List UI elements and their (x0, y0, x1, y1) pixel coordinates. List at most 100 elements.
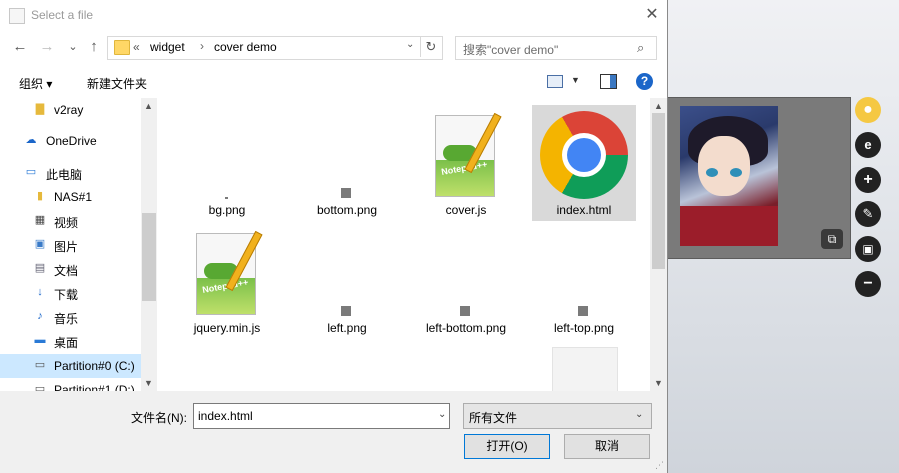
nav-item-label: 文档 (54, 264, 79, 278)
search-input[interactable]: 搜索"cover demo" ⌕ (455, 36, 657, 60)
pictures-icon: ▣ (34, 238, 46, 250)
chevron-down-icon[interactable]: ⌄ (635, 409, 643, 420)
change-view-icon[interactable] (547, 75, 563, 88)
drive-icon: ▭ (34, 383, 46, 391)
search-placeholder: 搜索"cover demo" (463, 43, 559, 57)
bulb-icon[interactable]: ● (855, 97, 881, 123)
file-dialog: Select a file ✕ ← → ⌄ ↑ « widget › cover… (0, 0, 668, 473)
nav-item-label: 图片 (54, 240, 79, 254)
notepad-plus-plus-icon: Notepad++ (196, 230, 263, 315)
drive-icon: ▭ (34, 359, 46, 371)
filename-input[interactable]: index.html ⌄ (193, 403, 450, 429)
search-icon[interactable]: ⌕ (637, 40, 644, 56)
file-item-partial[interactable] (532, 341, 636, 391)
image-file-icon (341, 188, 351, 198)
organize-button[interactable]: 组织 ▾ (19, 75, 52, 92)
address-overflow[interactable]: « (133, 40, 140, 54)
new-folder-button[interactable]: 新建文件夹 (87, 75, 147, 92)
image-file-icon (341, 306, 351, 316)
breadcrumb-cover-demo[interactable]: cover demo (214, 40, 277, 54)
forward-icon[interactable]: → (38, 38, 56, 56)
file-name: bg.png (208, 203, 246, 217)
file-icon (552, 347, 618, 391)
file-item[interactable]: Notepad++ cover.js (414, 105, 518, 221)
fit-screen-icon[interactable]: ⧉ (821, 229, 843, 249)
nav-item[interactable]: ▦ 视频 (0, 209, 141, 233)
nav-item[interactable]: ▭ Partition#0 (C:) (0, 354, 141, 378)
cloud-icon: ☁ (25, 134, 37, 146)
file-name: cover.js (445, 203, 487, 217)
close-button[interactable]: ✕ (640, 4, 664, 26)
file-scroll-thumb[interactable] (652, 113, 665, 269)
file-item[interactable]: bg.png (175, 105, 279, 221)
command-bar: 组织 ▾ 新建文件夹 ▼ ? (0, 66, 667, 98)
music-icon: ♪ (37, 310, 43, 322)
dialog-title: Select a file (31, 8, 94, 22)
recent-locations-icon[interactable]: ⌄ (64, 38, 82, 56)
file-type-select[interactable]: 所有文件 ⌄ (463, 403, 652, 429)
nav-item[interactable]: ▮ NAS#1 (0, 185, 141, 209)
scroll-down-icon[interactable]: ▼ (144, 378, 153, 388)
scroll-down-icon[interactable]: ▼ (654, 378, 663, 388)
file-item[interactable]: left-top.png (532, 223, 636, 339)
add-icon[interactable]: + (855, 167, 881, 193)
pin-icon[interactable]: ✎ (855, 201, 881, 227)
open-button[interactable]: 打开(O) (464, 434, 550, 459)
breadcrumb-widget[interactable]: widget (150, 40, 185, 54)
address-bar[interactable]: « widget › cover demo ⌄ (107, 36, 443, 60)
file-item[interactable]: Notepad++ jquery.min.js (175, 223, 279, 339)
filename-value[interactable]: index.html (198, 409, 253, 423)
file-item[interactable]: index.html (532, 105, 636, 221)
nav-item[interactable]: ▇ v2ray (0, 98, 141, 122)
lock-icon[interactable]: ▣ (855, 236, 881, 262)
download-icon: ↓ (37, 286, 43, 298)
file-list: bg.png bottom.png Notepad++ cover.js index.h… (157, 98, 650, 391)
nav-item-label: 桌面 (54, 336, 79, 350)
help-icon[interactable]: ? (636, 73, 653, 90)
image-file-icon (578, 306, 588, 316)
app-icon (9, 8, 25, 24)
file-name: left-top.png (553, 321, 615, 335)
nav-item[interactable]: ↓ 下载 (0, 281, 141, 305)
file-item[interactable]: left-bottom.png (414, 223, 518, 339)
file-name: index.html (556, 203, 612, 217)
back-icon[interactable]: ← (11, 38, 29, 56)
chrome-icon (540, 111, 628, 199)
preview-pane-icon[interactable] (600, 74, 617, 89)
folder-check-icon: ▇ (35, 103, 45, 115)
view-options-chevron-icon[interactable]: ▼ (571, 75, 580, 85)
file-item[interactable]: left.png (295, 223, 399, 339)
remove-icon[interactable]: − (855, 271, 881, 297)
scroll-up-icon[interactable]: ▲ (144, 101, 153, 111)
nav-item-label: 此电脑 (46, 168, 83, 182)
ie-icon[interactable]: e (855, 132, 881, 158)
video-icon: ▦ (34, 214, 46, 226)
nav-item-label: 视频 (54, 216, 79, 230)
navigation-pane: ▇ v2ray ☁ OneDrive ▭ 此电脑 ▮ NAS#1 ▦ 视频 ▣ 图片 ▤ 文档 ↓ 下载 ♪ 音乐… (0, 98, 157, 391)
scroll-up-icon[interactable]: ▲ (654, 101, 663, 111)
nav-scroll-thumb[interactable] (142, 213, 156, 301)
nav-item[interactable]: ▭ Partition#1 (D:) (0, 378, 141, 391)
nav-item-label: Partition#1 (D:) (54, 383, 135, 391)
up-icon[interactable]: ↑ (85, 38, 103, 56)
nav-item[interactable]: ▣ 图片 (0, 233, 141, 257)
breadcrumb-separator[interactable]: › (200, 39, 204, 53)
chevron-down-icon[interactable]: ⌄ (406, 39, 414, 50)
nav-item[interactable]: ▭ 此电脑 (0, 161, 141, 185)
nav-item-label: 音乐 (54, 312, 79, 326)
image-file-icon (460, 306, 470, 316)
refresh-icon[interactable]: ↻ (420, 37, 441, 57)
nav-item-label: OneDrive (46, 134, 97, 148)
nav-item[interactable]: ☁ OneDrive (0, 129, 141, 153)
folder-icon (114, 40, 130, 55)
nav-item[interactable]: ♪ 音乐 (0, 305, 141, 329)
notepad-plus-plus-icon: Notepad++ (435, 112, 502, 197)
chevron-down-icon[interactable]: ⌄ (438, 409, 446, 420)
nav-item[interactable]: ▤ 文档 (0, 257, 141, 281)
file-item[interactable]: bottom.png (295, 105, 399, 221)
nav-item[interactable]: ▬ 桌面 (0, 329, 141, 353)
cancel-button[interactable]: 取消 (564, 434, 650, 459)
nav-item-label: 下载 (54, 288, 79, 302)
resize-grip-icon[interactable]: ⋰ (655, 460, 664, 471)
preview-image (680, 106, 778, 246)
